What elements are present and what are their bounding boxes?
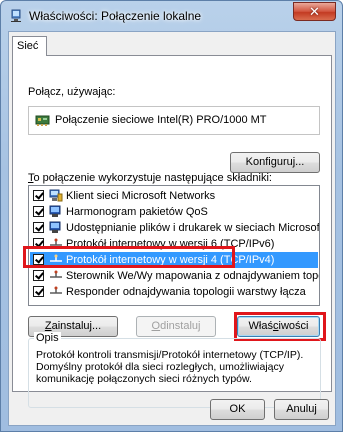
dialog-client-area: Sieć Połącz, używając: Połączenie siecio… (8, 31, 336, 426)
adapter-name: Połączenie sieciowe Intel(R) PRO/1000 MT (55, 114, 267, 126)
close-icon: ✕ (309, 3, 320, 19)
title-bar[interactable]: Właściwości: Połączenie lokalne ✕ (1, 1, 342, 31)
component-checkbox[interactable] (33, 190, 44, 201)
ok-label: OK (229, 403, 246, 415)
install-label: ainstaluj... (51, 320, 102, 332)
component-checkbox[interactable] (33, 270, 44, 281)
ok-button[interactable]: OK (210, 399, 265, 420)
network-client-icon (49, 189, 63, 202)
components-label: To połączenie wykorzystuje następujące s… (28, 172, 272, 184)
cancel-button[interactable]: Anuluj (274, 399, 329, 420)
qos-scheduler-icon (49, 205, 61, 217)
install-mnemonic: Z (44, 320, 52, 332)
component-checkbox[interactable] (33, 286, 44, 297)
description-text: Protokół kontroli transmisji/Protokół in… (36, 349, 304, 385)
list-item[interactable]: Klient sieci Microsoft Networks (30, 188, 318, 204)
list-item[interactable]: Harmonogram pakietów QoS (30, 204, 318, 220)
connect-using-label: Połącz, używając: (28, 86, 116, 98)
protocol-icon (50, 270, 62, 278)
tab-network[interactable]: Sieć (12, 36, 47, 56)
adapter-box: Połączenie sieciowe Intel(R) PRO/1000 MT (28, 106, 320, 135)
components-label-text: o połączenie wykorzystuje następujące sk… (33, 172, 272, 184)
close-button[interactable]: ✕ (293, 2, 336, 21)
protocol-icon (50, 286, 62, 294)
configure-button[interactable]: Konfiguruj... (230, 152, 320, 173)
file-printer-sharing-icon (49, 221, 61, 233)
component-label: Harmonogram pakietów QoS (66, 206, 208, 218)
component-label: Klient sieci Microsoft Networks (66, 190, 216, 202)
network-connection-icon (11, 9, 21, 22)
component-label: Sterownik We/Wy mapowania z odnajdywanie… (66, 270, 320, 282)
list-item[interactable]: Responder odnajdywania topologii warstwy… (30, 284, 318, 300)
highlight-selected-protocol (23, 246, 235, 268)
uninstall-label: dinstaluj (160, 320, 201, 332)
component-label: Responder odnajdywania topologii warstwy… (66, 286, 306, 298)
tab-panel-network: Połącz, używając: Połączenie sieciowe In… (12, 55, 332, 408)
properties-window: Właściwości: Połączenie lokalne ✕ Sieć P… (0, 0, 343, 432)
cancel-label: Anuluj (286, 403, 317, 415)
component-checkbox[interactable] (33, 222, 44, 233)
list-item[interactable]: Sterownik We/Wy mapowania z odnajdywanie… (30, 268, 320, 284)
network-adapter-icon (35, 115, 50, 126)
uninstall-button[interactable]: Odinstaluj (136, 316, 216, 337)
highlight-properties-button (234, 312, 326, 341)
configure-button-label: Konfiguruj... (245, 156, 305, 168)
uninstall-mnemonic: O (151, 320, 161, 332)
component-checkbox[interactable] (33, 206, 44, 217)
description-group: Opis Protokół kontroli transmisji/Protok… (28, 332, 321, 408)
description-title: Opis (34, 332, 61, 344)
list-item[interactable]: Udostępnianie plików i drukarek w siecia… (30, 220, 320, 236)
component-label: Udostępnianie plików i drukarek w siecia… (66, 222, 320, 234)
window-title: Właściwości: Połączenie lokalne (29, 9, 202, 23)
